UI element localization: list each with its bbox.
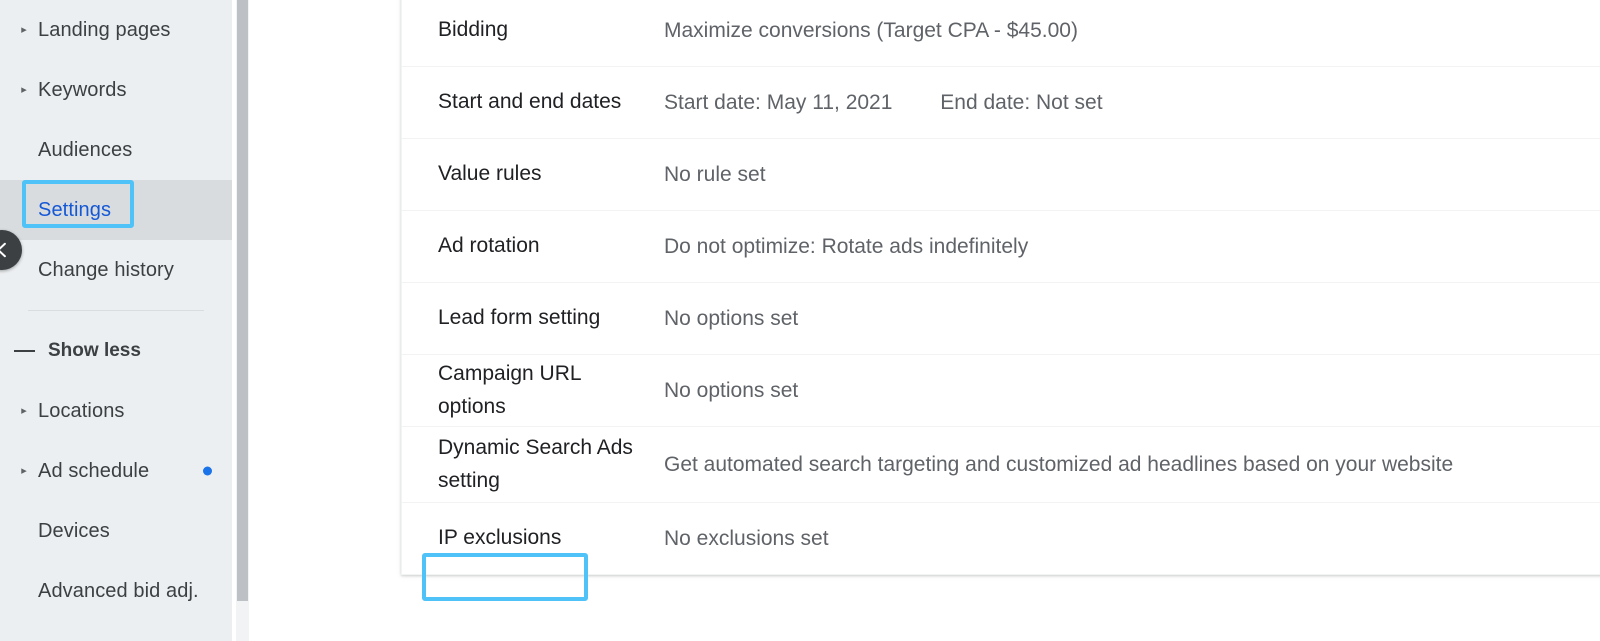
chevron-right-icon: ▸ <box>21 404 27 417</box>
setting-value-segment: No rule set <box>664 162 766 186</box>
setting-value-end-date: End date: Not set <box>940 90 1103 114</box>
setting-value-segment: No options set <box>664 378 799 402</box>
setting-value-segment: Do not optimize: Rotate ads indefinitely <box>664 234 1029 258</box>
sidebar-item-label: Devices <box>38 519 110 542</box>
sidebar-item-label: Landing pages <box>38 18 171 41</box>
setting-value: No rule set <box>664 159 1600 191</box>
settings-row-ad-rotation[interactable]: Ad rotation Do not optimize: Rotate ads … <box>402 210 1600 282</box>
sidebar-item-change-history[interactable]: Change history <box>0 240 232 300</box>
setting-label: Bidding <box>438 18 509 42</box>
setting-label: Campaign URL options <box>438 361 581 418</box>
settings-row-ip-exclusions[interactable]: IP exclusions No exclusions set <box>402 502 1600 574</box>
sidebar-item-settings[interactable]: Settings <box>0 180 232 240</box>
settings-row-start-and-end-dates[interactable]: Start and end dates Start date: May 11, … <box>402 66 1600 138</box>
chevron-right-icon: ▸ <box>21 83 27 96</box>
campaign-settings-card: Budget $60.00/day Bidding Maximize conve… <box>401 0 1600 575</box>
sidebar-item-label: Change history <box>38 258 174 281</box>
setting-value-segment: Get automated search targeting and custo… <box>664 452 1454 476</box>
setting-value: No options set <box>664 303 1600 335</box>
sidebar-item-keywords[interactable]: ▸ Keywords <box>0 60 232 120</box>
setting-value: Do not optimize: Rotate ads indefinitely <box>664 231 1600 263</box>
sidebar-item-landing-pages[interactable]: ▸ Landing pages <box>0 0 232 60</box>
settings-row-value-rules[interactable]: Value rules No rule set <box>402 138 1600 210</box>
sidebar-item-ad-schedule[interactable]: ▸ Ad schedule <box>0 441 232 501</box>
setting-label: Start and end dates <box>438 90 622 114</box>
show-less-label: Show less <box>48 340 141 361</box>
google-ads-campaign-settings-screen: ▸ Landing pages ▸ Keywords Audiences Set… <box>0 0 1600 641</box>
sidebar-item-devices[interactable]: Devices <box>0 501 232 561</box>
setting-value-segment: Maximize conversions (Target CPA - $45.0… <box>664 18 1078 42</box>
minus-icon <box>14 350 35 352</box>
sidebar-item-label: Keywords <box>38 78 127 101</box>
sidebar-item-label: Audiences <box>38 138 133 161</box>
chevron-right-icon: ▸ <box>21 464 27 477</box>
setting-label: Dynamic Search Ads setting <box>438 435 633 492</box>
show-less-button[interactable]: Show less <box>0 321 232 381</box>
settings-row-campaign-url-options[interactable]: Campaign URL options No options set <box>402 354 1600 426</box>
sidebar-item-label: Locations <box>38 399 125 422</box>
sidebar-divider <box>28 310 204 311</box>
settings-row-dynamic-search-ads-setting[interactable]: Dynamic Search Ads setting Get automated… <box>402 426 1600 502</box>
setting-value: No options set <box>664 375 1600 407</box>
settings-row-lead-form-setting[interactable]: Lead form setting No options set <box>402 282 1600 354</box>
setting-value: Maximize conversions (Target CPA - $45.0… <box>664 15 1600 47</box>
setting-label: Value rules <box>438 162 542 186</box>
setting-value-segment: No options set <box>664 306 799 330</box>
chevron-left-icon <box>0 242 6 258</box>
setting-value: No exclusions set <box>664 523 1600 555</box>
left-navigation-sidebar: ▸ Landing pages ▸ Keywords Audiences Set… <box>0 0 232 641</box>
chevron-right-icon: ▸ <box>21 23 27 36</box>
sidebar-item-advanced-bid-adj[interactable]: Advanced bid adj. <box>0 561 232 621</box>
sidebar-item-label: Settings <box>38 198 112 221</box>
setting-label: Ad rotation <box>438 234 540 258</box>
sidebar-item-label: Ad schedule <box>38 459 150 482</box>
main-content-area: Budget $60.00/day Bidding Maximize conve… <box>249 0 1600 641</box>
sidebar-item-label: Advanced bid adj. <box>38 579 199 602</box>
notification-dot-icon <box>203 466 212 476</box>
sidebar-item-audiences[interactable]: Audiences <box>0 120 232 180</box>
sidebar-scrollbar-thumb[interactable] <box>237 0 248 601</box>
sidebar-scrollbar[interactable] <box>236 0 249 641</box>
settings-row-bidding[interactable]: Bidding Maximize conversions (Target CPA… <box>402 0 1600 66</box>
setting-value: Get automated search targeting and custo… <box>664 449 1600 481</box>
setting-label: Lead form setting <box>438 306 601 330</box>
setting-value: Start date: May 11, 2021 End date: Not s… <box>664 87 1600 119</box>
setting-label: IP exclusions <box>438 526 562 550</box>
sidebar-item-locations[interactable]: ▸ Locations <box>0 381 232 441</box>
setting-value-start-date: Start date: May 11, 2021 <box>664 90 893 114</box>
setting-value-segment: No exclusions set <box>664 526 829 550</box>
